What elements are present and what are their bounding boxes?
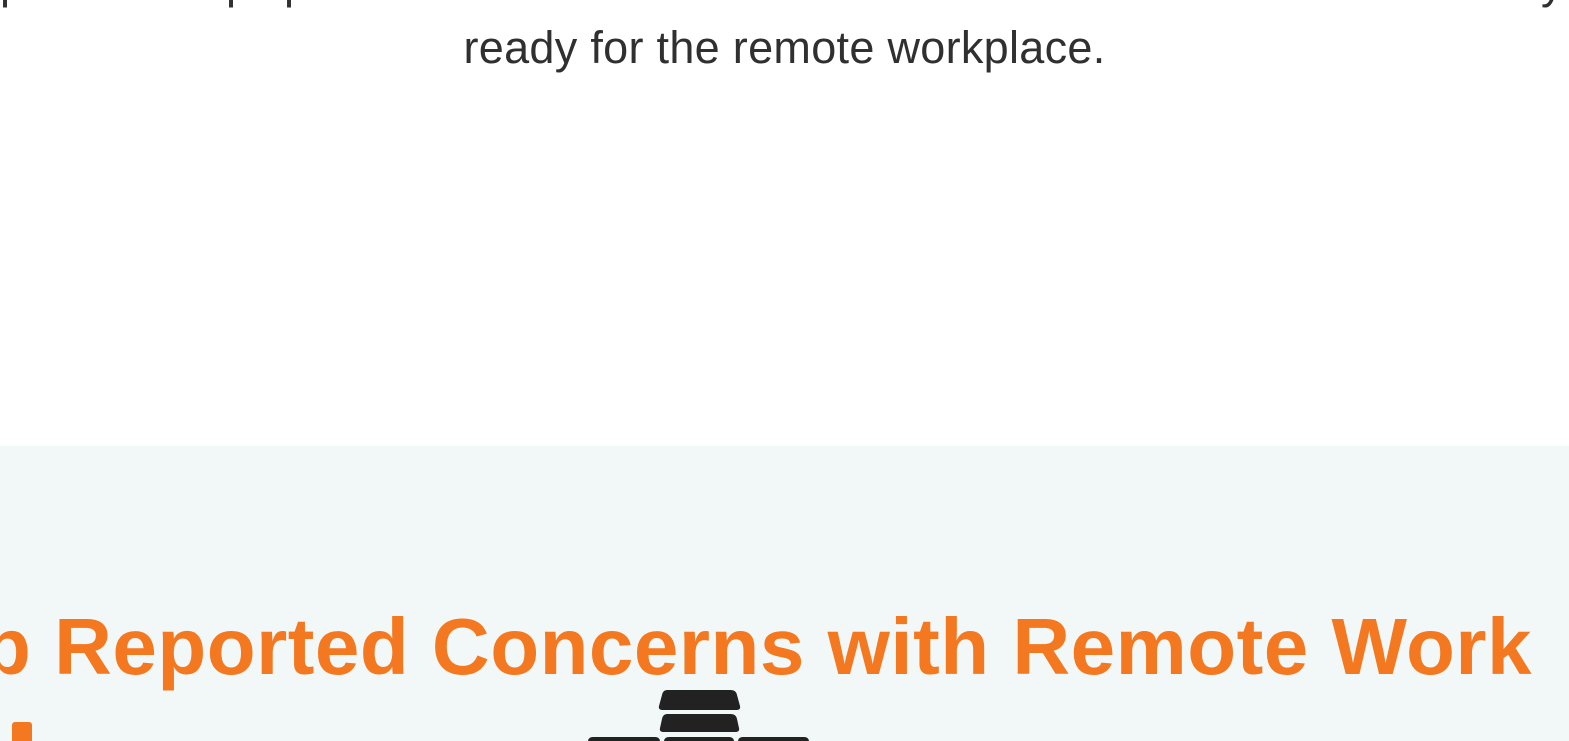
stack-block-bottom-left xyxy=(588,737,660,741)
concerns-section: p Reported Concerns with Remote Work xyxy=(0,446,1569,741)
intro-fragment-3: p xyxy=(284,0,309,18)
intro-fragment-4: y xyxy=(1541,0,1564,18)
concerns-title: p Reported Concerns with Remote Work xyxy=(0,602,1532,692)
stacked-blocks-icon xyxy=(588,690,809,741)
stack-block-middle xyxy=(659,714,740,732)
orange-chart-bar xyxy=(12,722,32,741)
stack-block-top xyxy=(658,690,741,710)
stack-block-bottom-center xyxy=(664,737,734,741)
intro-text: ready for the remote workplace. xyxy=(463,22,1106,73)
intro-previous-line: p p p y xyxy=(0,0,1569,18)
intro-section: p p p y ready for the remote workplace. xyxy=(0,0,1569,446)
intro-fragment-1: p xyxy=(0,0,25,18)
stack-block-bottom-right xyxy=(738,737,809,741)
intro-fragment-2: p xyxy=(226,0,251,18)
